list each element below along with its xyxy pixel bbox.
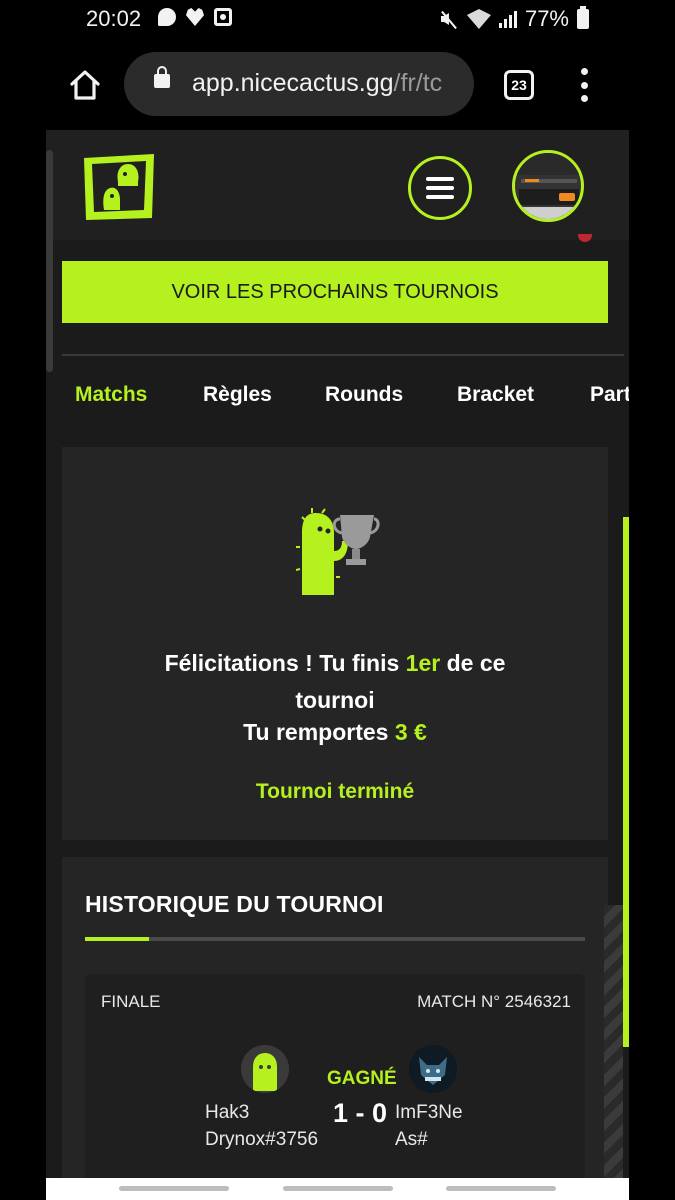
congrats-suffix: de ce — [440, 650, 506, 676]
player2-name-line2: As# — [395, 1129, 428, 1150]
scrollbar-thumb[interactable] — [623, 517, 629, 1047]
url-text: app.nicecactus.gg/fr/tc — [192, 69, 442, 98]
player1-name-line2: Drynox#3756 — [205, 1129, 319, 1150]
tournament-status: Tournoi terminé — [255, 780, 415, 803]
menu-button[interactable] — [408, 156, 472, 220]
history-underline-accent — [85, 937, 149, 941]
congrats-text: Félicitations ! Tu finis — [164, 650, 406, 676]
edge-panel-handle[interactable] — [46, 150, 53, 372]
match-score: 1 - 0 — [333, 1098, 388, 1128]
player1-name-line1: Hak3 — [205, 1102, 250, 1123]
tab-rounds[interactable]: Rounds — [325, 383, 403, 407]
match-card[interactable]: FINALE MATCH N° 2546321 GAGNÉ Hak3 Dryno… — [85, 974, 585, 1178]
mute-icon — [439, 9, 459, 29]
decorative-stripes — [604, 905, 623, 1178]
address-bar[interactable]: app.nicecactus.gg/fr/tc — [124, 52, 474, 116]
url-path: /fr/tc — [393, 69, 443, 97]
browser-toolbar: app.nicecactus.gg/fr/tc 23 — [0, 40, 675, 130]
notification-dot — [578, 234, 592, 242]
signal-icon — [498, 10, 517, 28]
site-header — [46, 130, 629, 242]
tab-regles[interactable]: Règles — [203, 383, 272, 407]
system-navigation-bar — [46, 1178, 629, 1200]
tournament-result-card: Félicitations ! Tu finis 1er de ce tourn… — [62, 447, 608, 840]
tab-participants[interactable]: Part — [590, 383, 629, 407]
home-icon — [70, 70, 100, 100]
match-result: GAGNÉ — [327, 1068, 397, 1089]
wolf-avatar-icon — [409, 1045, 457, 1093]
upcoming-tournaments-button[interactable]: VOIR LES PROCHAINS TOURNOIS — [62, 261, 608, 323]
heart-icon — [186, 8, 204, 26]
hamburger-icon — [426, 177, 454, 181]
match-round: FINALE — [101, 992, 161, 1011]
prize-value: 3 € — [394, 719, 427, 745]
nav-back-button[interactable] — [446, 1186, 556, 1191]
url-domain: app.nicecactus.gg — [192, 69, 394, 97]
status-time: 20:02 — [86, 6, 142, 31]
browser-menu-button[interactable] — [578, 68, 590, 102]
divider — [62, 354, 624, 356]
message-icon — [158, 8, 176, 26]
nicecactus-logo[interactable] — [82, 152, 156, 222]
rank-value: 1er — [405, 650, 441, 676]
player2-name[interactable]: ImF3Ne As# — [395, 1099, 463, 1153]
app-notification-icon — [214, 8, 232, 26]
player1-avatar — [241, 1045, 289, 1093]
tournament-history-card: HISTORIQUE DU TOURNOI FINALE MATCH N° 25… — [62, 857, 608, 1178]
tournament-tabs: Matchs Règles Rounds Bracket Part — [46, 370, 629, 430]
lock-icon — [154, 66, 170, 88]
history-title: HISTORIQUE DU TOURNOI — [85, 891, 384, 917]
congratulation-message: Félicitations ! Tu finis 1er de ce tourn… — [62, 645, 608, 719]
player2-avatar — [409, 1045, 457, 1093]
battery-percent: 77% — [524, 6, 569, 31]
history-underline — [85, 937, 585, 941]
status-bar: 20:02 77% — [0, 0, 675, 40]
cactus-trophy-icon — [296, 508, 380, 595]
wifi-icon — [466, 9, 491, 29]
web-page: VOIR LES PROCHAINS TOURNOIS Matchs Règle… — [46, 130, 629, 1178]
prize-text: Tu remportes — [243, 719, 395, 745]
congrats-line2: tournoi — [295, 687, 375, 713]
match-id: MATCH N° 2546321 — [417, 992, 571, 1011]
prize-message: Tu remportes 3 € — [62, 719, 608, 746]
tab-bracket[interactable]: Bracket — [457, 383, 534, 407]
nav-home-button[interactable] — [283, 1186, 393, 1191]
user-avatar-button[interactable] — [512, 150, 584, 222]
battery-icon — [577, 6, 589, 29]
tab-matchs[interactable]: Matchs — [75, 383, 147, 407]
player2-name-line1: ImF3Ne — [395, 1102, 463, 1123]
cactus-logo-icon — [84, 154, 154, 220]
tab-switcher-button[interactable]: 23 — [504, 70, 534, 100]
nav-recents-button[interactable] — [119, 1186, 229, 1191]
cactus-avatar-icon — [241, 1045, 289, 1093]
player1-name[interactable]: Hak3 Drynox#3756 — [205, 1099, 318, 1153]
home-button[interactable] — [68, 68, 102, 102]
